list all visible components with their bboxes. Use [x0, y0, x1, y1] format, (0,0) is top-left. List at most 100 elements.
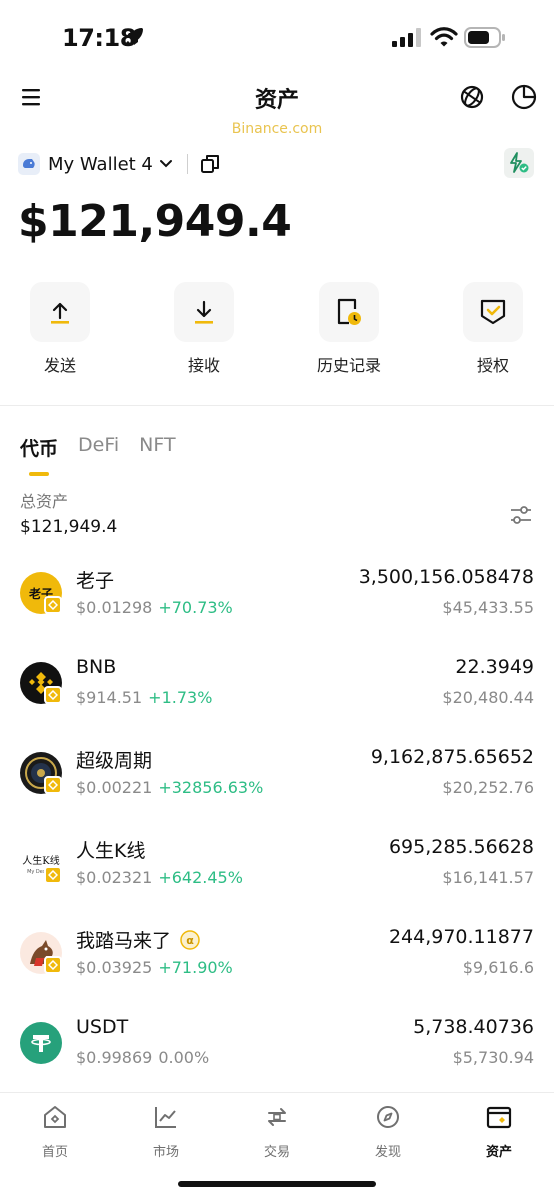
coin-change: +642.45% [158, 868, 243, 887]
coin-change: +32856.63% [158, 778, 264, 797]
trade-swap-icon [268, 1108, 286, 1126]
history-button[interactable]: 历史记录 [289, 282, 409, 376]
coin-value: $20,252.76 [442, 778, 534, 797]
rensheng-logo-text: 人生K线 [22, 855, 60, 867]
asset-row-laozi[interactable]: 老子 老子 $0.01298 +70.73% 3,500,156.058478 $… [0, 556, 554, 646]
coin-amount: 3,500,156.058478 [358, 566, 534, 588]
nav-trade-label: 交易 [263, 1145, 290, 1160]
asset-row-usdt[interactable]: USDT $0.99869 0.00% 5,738.40736 $5,730.94 [0, 1006, 554, 1096]
coin-price-row: $0.99869 0.00% [76, 1048, 209, 1067]
svg-text:α: α [186, 934, 194, 947]
nav-home-label: 首页 [41, 1145, 68, 1160]
coin-price: $0.01298 [76, 598, 153, 617]
coin-value: $20,480.44 [442, 688, 534, 707]
coin-name: USDT [76, 1016, 129, 1038]
divider [186, 154, 188, 174]
discover-compass-icon [377, 1106, 399, 1128]
coin-change: 0.00% [158, 1048, 210, 1067]
tab-defi[interactable]: DeFi [78, 434, 119, 476]
nav-assets[interactable]: 资产 [444, 1103, 554, 1160]
chevron-down-icon [159, 160, 172, 168]
authorization-label: 授权 [476, 356, 509, 375]
flash-exchange-button[interactable] [504, 148, 534, 178]
authorization-button[interactable]: 授权 [433, 282, 553, 376]
coin-amount: 244,970.11877 [388, 926, 534, 948]
copy-icon[interactable] [200, 154, 220, 174]
coin-name-row: 我踏马来了 α [76, 926, 201, 953]
coin-change: +1.73% [148, 688, 213, 707]
asset-row-bnb[interactable]: BNB $914.51 +1.73% 22.3949 $20,480.44 [0, 646, 554, 736]
coin-name: 人生K线 [76, 840, 146, 862]
total-assets-value: $121,949.4 [20, 517, 118, 537]
coin-price: $0.02321 [76, 868, 153, 887]
history-clock-icon [319, 282, 379, 342]
alpha-badge-icon: α [180, 929, 200, 950]
coin-amount: 695,285.56628 [388, 836, 534, 858]
nav-market[interactable]: 市场 [111, 1103, 221, 1160]
coin-price-row: $0.03925 +71.90% [76, 958, 233, 977]
coin-price-row: $0.01298 +70.73% [76, 598, 233, 617]
coin-price: $0.03925 [76, 958, 153, 977]
nav-market-label: 市场 [152, 1145, 179, 1160]
asset-row-wotamalaile[interactable]: 我踏马来了 α $0.03925 +71.90% 244,970.11877 $9… [0, 916, 554, 1006]
coin-amount: 9,162,875.65652 [370, 746, 534, 768]
bnb-chain-badge-icon [44, 596, 62, 614]
coin-amount: 22.3949 [455, 656, 534, 678]
authorization-check-icon [463, 282, 523, 342]
filter-sliders-icon[interactable] [508, 502, 534, 528]
pie-chart-icon[interactable] [510, 83, 538, 111]
coin-change: +71.90% [158, 958, 233, 977]
tab-nft[interactable]: NFT [139, 434, 175, 476]
home-icon [44, 1106, 66, 1128]
bnb-chain-badge-icon [44, 686, 62, 704]
coin-value: $16,141.57 [442, 868, 534, 887]
nav-home[interactable]: 首页 [0, 1103, 110, 1160]
nav-discover[interactable]: 发现 [333, 1103, 443, 1160]
receive-button[interactable]: 接收 [144, 282, 264, 376]
active-tab-indicator [29, 472, 49, 476]
action-bar: 发送 接收 历史记录 授权 [0, 282, 554, 382]
wallet-name: My Wallet 4 [48, 153, 153, 175]
wallet-avatar-icon [18, 153, 40, 175]
asset-row-supercycle[interactable]: 超级周期 $0.00221 +32856.63% 9,162,875.65652 … [0, 736, 554, 826]
coin-value: $45,433.55 [442, 598, 534, 617]
coin-name: BNB [76, 656, 117, 678]
rocket-icon [125, 28, 143, 46]
tab-tokens[interactable]: 代币 [20, 434, 58, 476]
coin-price-row: $0.00221 +32856.63% [76, 778, 263, 797]
coin-amount: 5,738.40736 [413, 1016, 534, 1038]
wifi-icon [430, 27, 458, 47]
wallet-balance: $121,949.4 [18, 196, 292, 247]
asset-row-rensheng-kline[interactable]: 人生K线 My Destiny 人生K线 $0.02321 +642.45% 69… [0, 826, 554, 916]
coin-price-row: $914.51 +1.73% [76, 688, 212, 707]
coin-value: $9,616.6 [462, 958, 534, 977]
coin-name: 超级周期 [76, 750, 153, 772]
bnb-chain-badge-icon [44, 866, 62, 884]
globe-network-icon[interactable] [458, 83, 486, 111]
wallet-selector[interactable]: My Wallet 4 [18, 150, 220, 178]
status-bar: 17:18 [0, 0, 554, 74]
coin-price-row: $0.02321 +642.45% [76, 868, 243, 887]
battery-icon [464, 27, 505, 48]
cellular-signal-icon [392, 28, 421, 47]
total-assets-label: 总资产 [20, 492, 69, 511]
home-indicator [178, 1181, 376, 1187]
coin-name: 老子 [76, 570, 115, 592]
coin-value: $5,730.94 [452, 1048, 534, 1067]
nav-bar: 资产 [0, 74, 554, 120]
send-button[interactable]: 发送 [0, 282, 120, 376]
bnb-chain-badge-icon [44, 776, 62, 794]
nav-discover-label: 发现 [374, 1145, 401, 1160]
asset-tabs: 代币 DeFi NFT [20, 434, 196, 476]
coin-change: +70.73% [158, 598, 233, 617]
nav-trade[interactable]: 交易 [222, 1103, 332, 1160]
receive-label: 接收 [187, 356, 220, 375]
receive-arrow-down-icon [174, 282, 234, 342]
coin-price: $914.51 [76, 688, 143, 707]
section-divider [0, 405, 554, 406]
bnb-chain-badge-icon [44, 956, 62, 974]
history-label: 历史记录 [316, 356, 381, 375]
coin-name: 我踏马来了 [76, 930, 172, 952]
watermark-text: Binance.com [231, 121, 323, 137]
send-arrow-up-icon [30, 282, 90, 342]
